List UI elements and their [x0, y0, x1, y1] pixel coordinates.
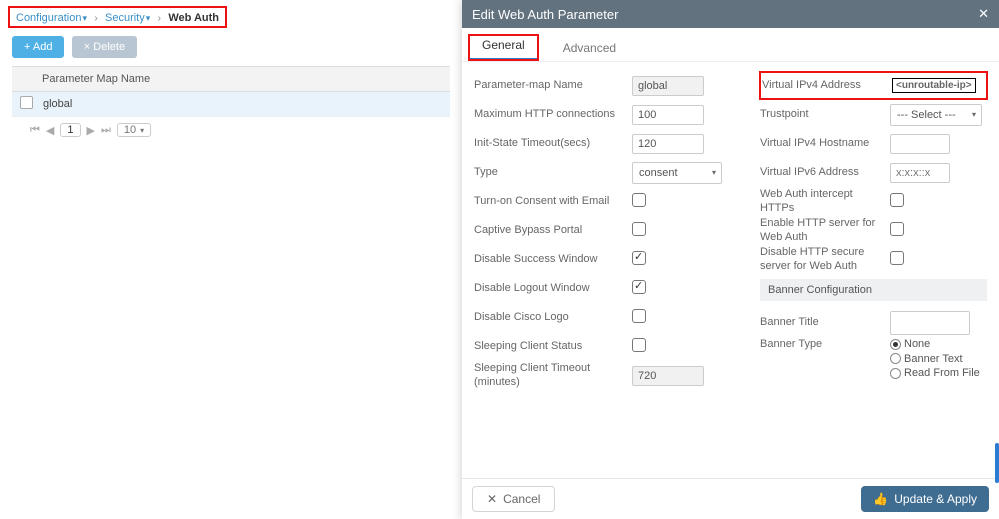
wauth-https-checkbox[interactable]	[890, 193, 904, 207]
banner-type-file[interactable]: Read From File	[890, 367, 980, 379]
table-row[interactable]: global	[12, 92, 450, 117]
tab-advanced[interactable]: Advanced	[557, 37, 622, 61]
lbl-captive-bypass: Captive Bypass Portal	[474, 224, 632, 237]
type-select[interactable]: consent	[632, 162, 722, 184]
captive-bypass-checkbox[interactable]	[632, 222, 646, 236]
lbl-param-map: Parameter-map Name	[474, 79, 632, 92]
virtual-ipv4-value[interactable]: <unroutable-ip>	[892, 78, 976, 93]
parameter-map-table: Parameter Map Name global ⏮ ◀ 1 ▶ ⏭ 10	[0, 66, 462, 143]
pager-first[interactable]: ⏮	[30, 124, 40, 137]
lbl-disable-success: Disable Success Window	[474, 253, 632, 266]
edit-webauth-modal: Edit Web Auth Parameter ✕ General Advanc…	[462, 0, 999, 519]
modal-title: Edit Web Auth Parameter	[472, 7, 618, 22]
chevron-right-icon: ›	[158, 13, 161, 24]
lbl-banner-type: Banner Type	[760, 338, 890, 351]
virtual-ipv6-input[interactable]	[890, 163, 950, 183]
lbl-sleep-timeout: Sleeping Client Timeout (minutes)	[474, 362, 632, 388]
lbl-disable-cisco: Disable Cisco Logo	[474, 311, 632, 324]
virtual-host-input[interactable]	[890, 134, 950, 154]
lbl-type: Type	[474, 166, 632, 179]
lbl-sleep-status: Sleeping Client Status	[474, 340, 632, 353]
breadcrumb: Configuration▾ › Security▾ › Web Auth	[8, 6, 227, 28]
lbl-http-enable: Enable HTTP server for Web Auth	[760, 217, 890, 243]
scrollbar-indicator[interactable]	[995, 443, 999, 483]
http-enable-checkbox[interactable]	[890, 222, 904, 236]
lbl-trustpoint: Trustpoint	[760, 108, 890, 121]
crumb-current: Web Auth	[168, 12, 219, 24]
banner-title-input[interactable]	[890, 311, 970, 335]
crumb-security[interactable]: Security▾	[105, 12, 150, 24]
sleep-status-checkbox[interactable]	[632, 338, 646, 352]
lbl-init-timeout: Init-State Timeout(secs)	[474, 137, 632, 150]
row-name[interactable]: global	[43, 98, 72, 110]
pager-prev[interactable]: ◀	[46, 124, 54, 137]
consent-email-checkbox[interactable]	[632, 193, 646, 207]
lbl-wauth-https: Web Auth intercept HTTPs	[760, 188, 890, 214]
banner-section-header: Banner Configuration	[760, 279, 987, 301]
http-disable-checkbox[interactable]	[890, 251, 904, 265]
cancel-button[interactable]: ✕Cancel	[472, 486, 555, 512]
disable-cisco-checkbox[interactable]	[632, 309, 646, 323]
lbl-virtual-host: Virtual IPv4 Hostname	[760, 137, 890, 150]
pager: ⏮ ◀ 1 ▶ ⏭ 10	[12, 117, 450, 143]
table-header: Parameter Map Name	[12, 66, 450, 92]
lbl-http-disable: Disable HTTP secure server for Web Auth	[760, 246, 890, 272]
tab-general[interactable]: General	[468, 34, 539, 61]
disable-success-checkbox[interactable]	[632, 251, 646, 265]
pager-next[interactable]: ▶	[87, 124, 95, 137]
param-map-name-input: global	[632, 76, 704, 96]
lbl-consent-email: Turn-on Consent with Email	[474, 195, 632, 208]
pager-last[interactable]: ⏭	[101, 124, 111, 137]
banner-type-text[interactable]: Banner Text	[890, 353, 963, 365]
page-size-select[interactable]: 10	[117, 123, 151, 137]
delete-button[interactable]: × Delete	[72, 36, 137, 58]
max-http-input[interactable]	[632, 105, 704, 125]
crumb-configuration[interactable]: Configuration▾	[16, 12, 87, 24]
lbl-virtual-ipv4: Virtual IPv4 Address	[762, 79, 892, 92]
init-timeout-input[interactable]	[632, 134, 704, 154]
lbl-banner-title: Banner Title	[760, 316, 890, 329]
disable-logout-checkbox[interactable]	[632, 280, 646, 294]
update-apply-button[interactable]: 👍Update & Apply	[861, 486, 989, 512]
close-icon: ✕	[487, 492, 497, 506]
lbl-virtual-ipv6: Virtual IPv6 Address	[760, 166, 890, 179]
chevron-right-icon: ›	[94, 13, 97, 24]
trustpoint-select[interactable]: --- Select ---	[890, 104, 982, 126]
banner-type-none[interactable]: None	[890, 338, 930, 350]
lbl-max-http: Maximum HTTP connections	[474, 108, 632, 121]
thumbs-up-icon: 👍	[873, 492, 888, 506]
row-checkbox[interactable]	[20, 96, 33, 109]
pager-current: 1	[60, 123, 80, 137]
lbl-disable-logout: Disable Logout Window	[474, 282, 632, 295]
sleep-timeout-input: 720	[632, 366, 704, 386]
add-button[interactable]: + Add	[12, 36, 64, 58]
close-icon[interactable]: ✕	[978, 6, 989, 22]
